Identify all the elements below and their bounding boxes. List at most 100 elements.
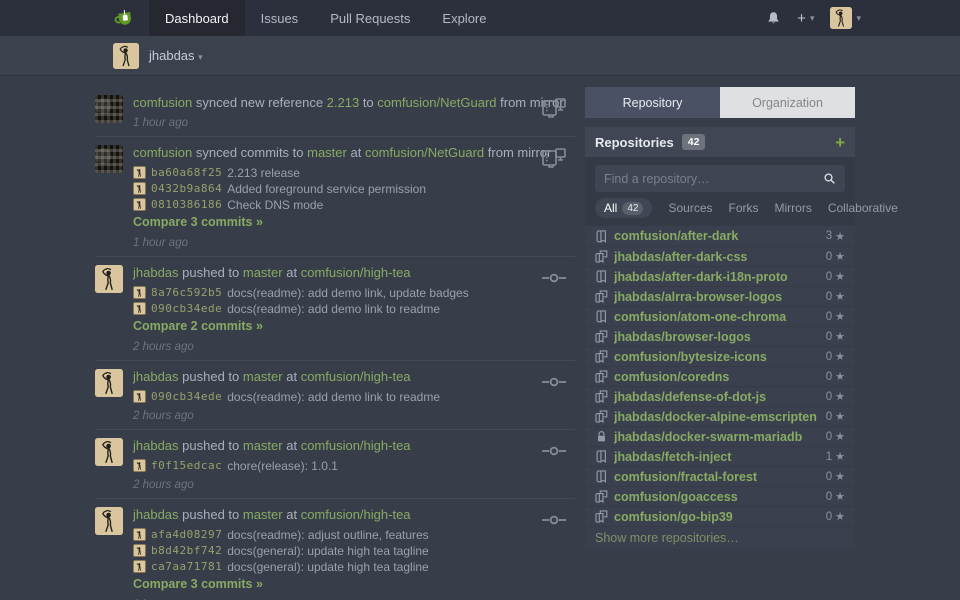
repo-list-item[interactable]: comfusion/atom-one-chroma 0 ★ bbox=[585, 306, 855, 326]
repo-star-count: 0 ★ bbox=[826, 250, 845, 263]
feed-link[interactable]: comfusion/high-tea bbox=[301, 265, 411, 280]
commit-hash-link[interactable]: afa4d08297 bbox=[151, 528, 222, 541]
repo-list-item[interactable]: comfusion/goaccess 0 ★ bbox=[585, 486, 855, 506]
committer-avatar bbox=[133, 528, 146, 541]
feed-timestamp: 2 hours ago bbox=[133, 410, 575, 422]
repo-list-item[interactable]: jhabdas/docker-swarm-mariadb 0 ★ bbox=[585, 426, 855, 446]
user-avatar-menu[interactable]: ▾ bbox=[830, 7, 861, 29]
repo-link[interactable]: jhabdas/docker-swarm-mariadb bbox=[614, 430, 826, 444]
star-icon: ★ bbox=[835, 350, 845, 363]
nav-item-pull-requests[interactable]: Pull Requests bbox=[314, 0, 426, 36]
actor-avatar[interactable] bbox=[95, 438, 123, 466]
feed-link[interactable]: master bbox=[307, 145, 347, 160]
create-new-menu[interactable]: + ▾ bbox=[797, 11, 814, 26]
tab-repository[interactable]: Repository bbox=[585, 87, 720, 118]
repo-link[interactable]: comfusion/bytesize-icons bbox=[614, 350, 826, 364]
commit-hash-link[interactable]: 090cb34ede bbox=[151, 390, 222, 403]
actor-avatar[interactable] bbox=[95, 265, 123, 293]
repo-list-item[interactable]: comfusion/bytesize-icons 0 ★ bbox=[585, 346, 855, 366]
filter-collaborative[interactable]: Collaborative bbox=[828, 201, 898, 215]
feed-link[interactable]: comfusion/high-tea bbox=[301, 507, 411, 522]
avatar bbox=[830, 7, 852, 29]
feed-link[interactable]: 2.213 bbox=[327, 95, 360, 110]
commit-message: 2.213 release bbox=[227, 166, 300, 180]
commit-row: b8d42bf742 docs(general): update high te… bbox=[133, 543, 575, 558]
actor-avatar[interactable] bbox=[95, 507, 123, 535]
commit-hash-link[interactable]: ba60a68f25 bbox=[151, 166, 222, 179]
repo-search-input[interactable] bbox=[604, 172, 823, 186]
feed-link[interactable]: master bbox=[243, 507, 283, 522]
repo-link[interactable]: jhabdas/docker-alpine-emscripten bbox=[614, 410, 826, 424]
gitea-logo[interactable] bbox=[95, 0, 149, 36]
feed-link[interactable]: comfusion bbox=[133, 95, 192, 110]
repo-list-item[interactable]: jhabdas/after-dark-css 0 ★ bbox=[585, 246, 855, 266]
feed-link[interactable]: comfusion bbox=[133, 145, 192, 160]
feed-link[interactable]: jhabdas bbox=[133, 507, 179, 522]
feed-link[interactable]: jhabdas bbox=[133, 265, 179, 280]
actor-avatar[interactable] bbox=[95, 369, 123, 397]
repo-list-item[interactable]: jhabdas/browser-logos 0 ★ bbox=[585, 326, 855, 346]
commit-hash-link[interactable]: b8d42bf742 bbox=[151, 544, 222, 557]
feed-link[interactable]: comfusion/NetGuard bbox=[365, 145, 484, 160]
nav-item-issues[interactable]: Issues bbox=[245, 0, 315, 36]
filter-forks[interactable]: Forks bbox=[729, 201, 759, 215]
feed-link[interactable]: master bbox=[243, 438, 283, 453]
repo-link[interactable]: jhabdas/after-dark-i18n-proto bbox=[614, 270, 826, 284]
repo-list-item[interactable]: comfusion/after-dark 3 ★ bbox=[585, 226, 855, 246]
compare-commits-link[interactable]: Compare 3 commits » bbox=[133, 577, 263, 591]
repo-link[interactable]: comfusion/atom-one-chroma bbox=[614, 310, 826, 324]
filter-all[interactable]: All 42 bbox=[595, 198, 652, 218]
repo-link[interactable]: jhabdas/alrra-browser-logos bbox=[614, 290, 826, 304]
actor-avatar[interactable] bbox=[95, 95, 123, 123]
repo-list-item[interactable]: comfusion/fractal-forest 0 ★ bbox=[585, 466, 855, 486]
feed-link[interactable]: comfusion/high-tea bbox=[301, 369, 411, 384]
compare-commits-link[interactable]: Compare 2 commits » bbox=[133, 319, 263, 333]
mirror-sync-icon bbox=[541, 97, 567, 119]
repo-star-count: 0 ★ bbox=[826, 290, 845, 303]
repo-list-item[interactable]: jhabdas/fetch-inject 1 ★ bbox=[585, 446, 855, 466]
notifications-bell-icon[interactable] bbox=[766, 11, 781, 26]
add-repository-button[interactable]: + bbox=[835, 134, 845, 151]
commit-hash-link[interactable]: ca7aa71781 bbox=[151, 560, 222, 573]
filter-sources[interactable]: Sources bbox=[668, 201, 712, 215]
repo-list-item[interactable]: comfusion/go-bip39 0 ★ bbox=[585, 506, 855, 526]
feed-link[interactable]: comfusion/high-tea bbox=[301, 438, 411, 453]
context-user-switcher[interactable]: jhabdas ▾ bbox=[149, 48, 203, 63]
repo-book-icon bbox=[595, 470, 608, 483]
nav-item-explore[interactable]: Explore bbox=[426, 0, 502, 36]
feed-link[interactable]: comfusion/NetGuard bbox=[377, 95, 496, 110]
commit-hash-link[interactable]: 090cb34ede bbox=[151, 302, 222, 315]
repo-link[interactable]: jhabdas/fetch-inject bbox=[614, 450, 826, 464]
nav-item-dashboard[interactable]: Dashboard bbox=[149, 0, 245, 36]
context-avatar[interactable] bbox=[113, 43, 139, 69]
actor-avatar[interactable] bbox=[95, 145, 123, 173]
repo-link[interactable]: comfusion/after-dark bbox=[614, 229, 826, 243]
feed-link[interactable]: jhabdas bbox=[133, 369, 179, 384]
feed-link[interactable]: master bbox=[243, 265, 283, 280]
commit-hash-link[interactable]: f0f15edcac bbox=[151, 459, 222, 472]
repo-list-item[interactable]: jhabdas/defense-of-dot-js 0 ★ bbox=[585, 386, 855, 406]
repo-list-item[interactable]: jhabdas/alrra-browser-logos 0 ★ bbox=[585, 286, 855, 306]
repo-link[interactable]: comfusion/coredns bbox=[614, 370, 826, 384]
feed-link[interactable]: master bbox=[243, 369, 283, 384]
commit-hash-link[interactable]: 0432b9a864 bbox=[151, 182, 222, 195]
repo-link[interactable]: jhabdas/defense-of-dot-js bbox=[614, 390, 826, 404]
compare-commits-link[interactable]: Compare 3 commits » bbox=[133, 215, 263, 229]
tab-organization[interactable]: Organization bbox=[720, 87, 855, 118]
repo-star-count: 0 ★ bbox=[826, 370, 845, 383]
commit-message: chore(release): 1.0.1 bbox=[227, 459, 338, 473]
repo-list-item[interactable]: comfusion/coredns 0 ★ bbox=[585, 366, 855, 386]
repo-link[interactable]: comfusion/goaccess bbox=[614, 490, 826, 504]
feed-link[interactable]: jhabdas bbox=[133, 438, 179, 453]
commit-hash-link[interactable]: 8a76c592b5 bbox=[151, 286, 222, 299]
repo-link[interactable]: jhabdas/browser-logos bbox=[614, 330, 826, 344]
feed-title: comfusion synced new reference 2.213 to … bbox=[133, 93, 575, 111]
repo-link[interactable]: jhabdas/after-dark-css bbox=[614, 250, 826, 264]
filter-mirrors[interactable]: Mirrors bbox=[775, 201, 812, 215]
repo-link[interactable]: comfusion/go-bip39 bbox=[614, 510, 826, 524]
repo-list-item[interactable]: jhabdas/after-dark-i18n-proto 0 ★ bbox=[585, 266, 855, 286]
commit-hash-link[interactable]: 0810386186 bbox=[151, 198, 222, 211]
show-more-repositories-link[interactable]: Show more repositories… bbox=[585, 526, 855, 549]
repo-link[interactable]: comfusion/fractal-forest bbox=[614, 470, 826, 484]
repo-list-item[interactable]: jhabdas/docker-alpine-emscripten 0 ★ bbox=[585, 406, 855, 426]
